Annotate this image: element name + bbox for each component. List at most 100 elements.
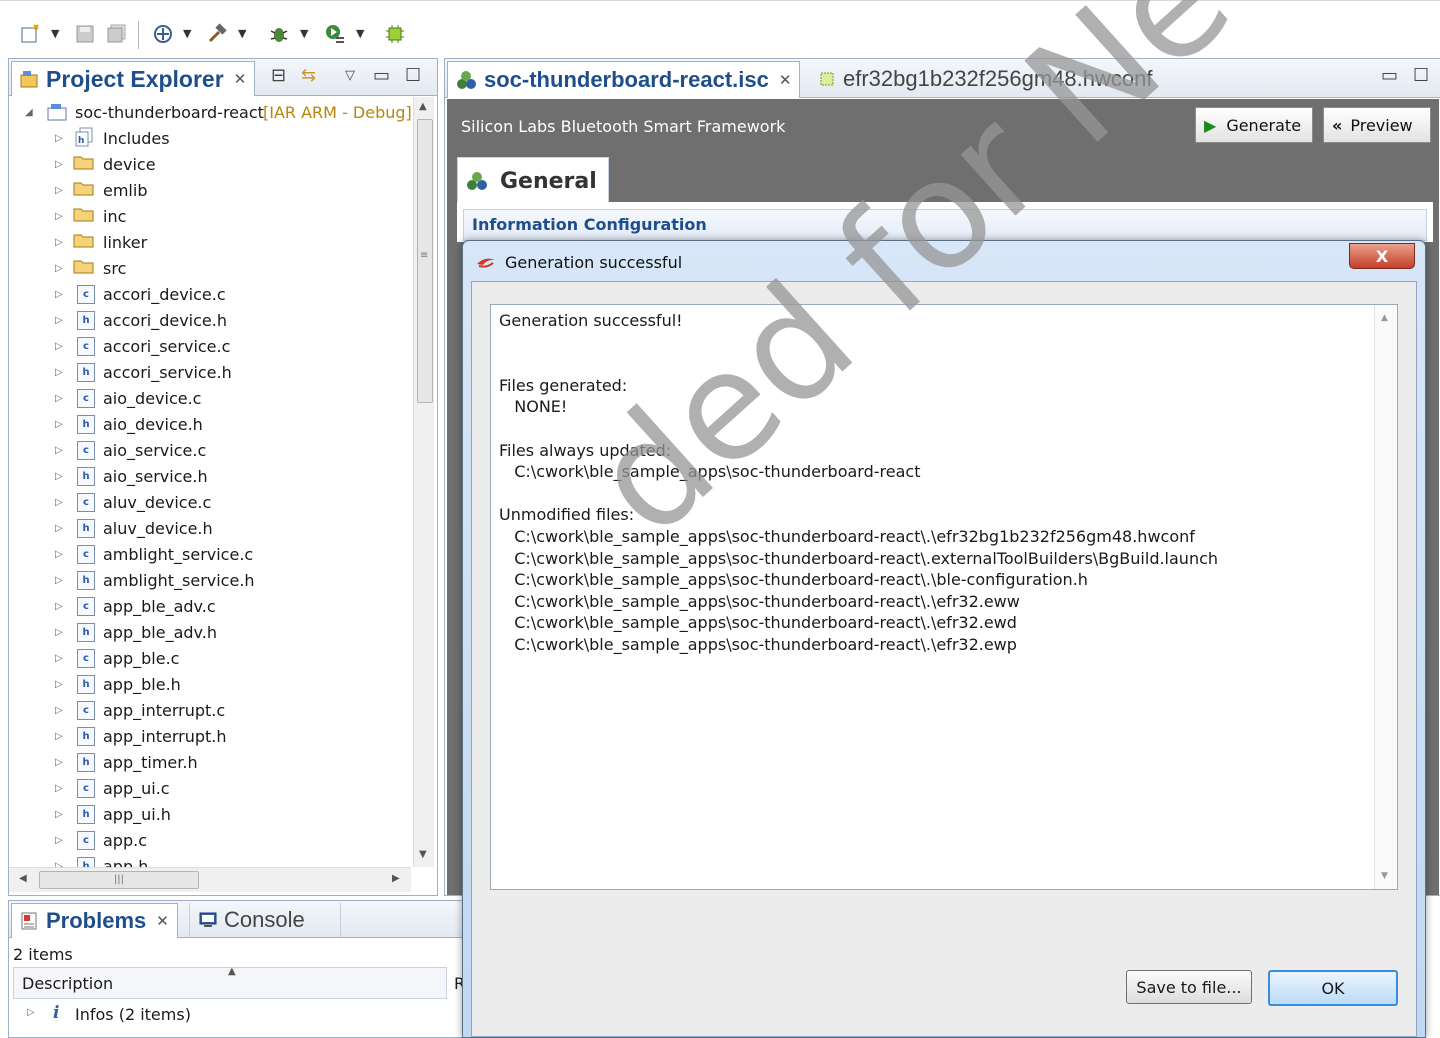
collapsed-arrow-icon[interactable]: ▷ (55, 133, 63, 144)
tree-item[interactable]: ▷ c accori_device.c (9, 281, 411, 307)
collapsed-arrow-icon[interactable]: ▷ (55, 185, 63, 196)
scroll-thumb[interactable]: ||| (39, 871, 199, 889)
generate-button[interactable]: ▶ Generate (1195, 107, 1313, 143)
scroll-left-icon[interactable]: ◀ (19, 873, 27, 884)
build-all-icon[interactable] (150, 21, 176, 47)
tree-item[interactable]: ▷ h aluv_device.h (9, 515, 411, 541)
tree-item[interactable]: ▷ h aio_device.h (9, 411, 411, 437)
maximize-icon[interactable]: ☐ (405, 65, 421, 86)
collapsed-arrow-icon[interactable]: ▷ (55, 315, 63, 326)
chip-icon[interactable] (382, 21, 408, 47)
hammer-icon[interactable] (204, 21, 230, 47)
collapse-all-icon[interactable]: ⊟ (271, 65, 286, 86)
collapsed-arrow-icon[interactable]: ▷ (55, 523, 63, 534)
expanded-arrow-icon[interactable]: ◢ (25, 107, 33, 118)
collapsed-arrow-icon[interactable]: ▷ (55, 627, 63, 638)
collapsed-arrow-icon[interactable]: ▷ (55, 653, 63, 664)
tree-horizontal-scrollbar[interactable]: ◀ ||| ▶ (9, 867, 411, 892)
scroll-down-icon[interactable]: ▼ (1381, 871, 1388, 881)
tree-item[interactable]: ▷ emlib (9, 177, 411, 203)
run-icon[interactable] (322, 21, 348, 47)
collapsed-arrow-icon[interactable]: ▷ (27, 1007, 35, 1018)
collapsed-arrow-icon[interactable]: ▷ (55, 549, 63, 560)
tree-item[interactable]: ▷ c app.c (9, 827, 411, 853)
tree-root[interactable]: ◢ soc-thunderboard-react [IAR ARM - Debu… (9, 99, 411, 125)
tree-item[interactable]: ▷ device (9, 151, 411, 177)
chevron-down-icon[interactable]: ▼ (183, 27, 191, 40)
chevron-down-icon[interactable]: ▼ (300, 27, 308, 40)
tree-item[interactable]: ▷ c app_ble_adv.c (9, 593, 411, 619)
chevron-down-icon[interactable]: ▼ (51, 27, 59, 40)
collapsed-arrow-icon[interactable]: ▷ (55, 263, 63, 274)
tab-problems[interactable]: Problems ✕ (11, 903, 178, 938)
collapsed-arrow-icon[interactable]: ▷ (55, 471, 63, 482)
generation-log-textbox[interactable]: ▲ ▼ Generation successful! Files generate… (490, 304, 1398, 890)
collapsed-arrow-icon[interactable]: ▷ (55, 159, 63, 170)
collapsed-arrow-icon[interactable]: ▷ (55, 497, 63, 508)
ok-button[interactable]: OK (1268, 970, 1398, 1006)
tab-console[interactable]: Console (189, 903, 341, 937)
tree-item[interactable]: ▷ inc (9, 203, 411, 229)
collapsed-arrow-icon[interactable]: ▷ (55, 575, 63, 586)
tree-item[interactable]: ▷ h Includes (9, 125, 411, 151)
tree-item[interactable]: ▷ c app_ui.c (9, 775, 411, 801)
table-row[interactable]: ▷ i Infos (2 items) (13, 1001, 445, 1029)
scroll-up-icon[interactable]: ▲ (419, 101, 427, 112)
tree-vertical-scrollbar[interactable]: ▲ ≡ ▼ (413, 97, 434, 867)
tree-item[interactable]: ▷ h app_ble.h (9, 671, 411, 697)
close-icon[interactable]: ✕ (234, 70, 247, 88)
collapsed-arrow-icon[interactable]: ▷ (55, 731, 63, 742)
information-configuration-section[interactable]: Information Configuration (463, 209, 1427, 241)
tab-hwconf-file[interactable]: efr32bg1b232f256gm48.hwconf (809, 61, 1160, 97)
save-to-file-button[interactable]: Save to file... (1126, 970, 1252, 1004)
tree-item[interactable]: ▷ c amblight_service.c (9, 541, 411, 567)
dialog-titlebar[interactable]: Generation successful X (463, 241, 1425, 281)
scroll-down-icon[interactable]: ▼ (419, 849, 427, 860)
collapsed-arrow-icon[interactable]: ▷ (55, 419, 63, 430)
collapsed-arrow-icon[interactable]: ▷ (55, 705, 63, 716)
collapsed-arrow-icon[interactable]: ▷ (55, 237, 63, 248)
tree-item[interactable]: ▷ c aluv_device.c (9, 489, 411, 515)
tab-general[interactable]: General (457, 157, 609, 204)
save-all-icon[interactable] (104, 21, 130, 47)
minimize-icon[interactable]: ▭ (1381, 65, 1398, 86)
tree-item[interactable]: ▷ c aio_device.c (9, 385, 411, 411)
scroll-right-icon[interactable]: ▶ (392, 873, 400, 884)
tree-item[interactable]: ▷ src (9, 255, 411, 281)
collapsed-arrow-icon[interactable]: ▷ (55, 601, 63, 612)
save-icon[interactable] (72, 21, 98, 47)
chevron-down-icon[interactable]: ▼ (356, 27, 364, 40)
new-wizard-icon[interactable] (18, 21, 44, 47)
collapsed-arrow-icon[interactable]: ▷ (55, 445, 63, 456)
tree-item[interactable]: ▷ h accori_device.h (9, 307, 411, 333)
scroll-thumb[interactable]: ≡ (417, 119, 433, 403)
chevron-down-icon[interactable]: ▼ (238, 27, 246, 40)
preview-button[interactable]: « Preview (1323, 107, 1431, 143)
close-icon[interactable]: ✕ (156, 912, 169, 930)
link-with-editor-icon[interactable]: ⇆ (301, 65, 316, 86)
dialog-close-button[interactable]: X (1349, 243, 1415, 269)
tree-item[interactable]: ▷ h app_ui.h (9, 801, 411, 827)
tree-item[interactable]: ▷ h app_interrupt.h (9, 723, 411, 749)
collapsed-arrow-icon[interactable]: ▷ (55, 289, 63, 300)
collapsed-arrow-icon[interactable]: ▷ (55, 393, 63, 404)
collapsed-arrow-icon[interactable]: ▷ (55, 809, 63, 820)
minimize-icon[interactable]: ▭ (373, 65, 390, 86)
maximize-icon[interactable]: ☐ (1413, 65, 1429, 86)
collapsed-arrow-icon[interactable]: ▷ (55, 341, 63, 352)
tree-item[interactable]: ▷ h app_timer.h (9, 749, 411, 775)
log-vertical-scrollbar[interactable]: ▲ ▼ (1374, 305, 1397, 889)
tree-item[interactable]: ▷ linker (9, 229, 411, 255)
tree-item[interactable]: ▷ h app_ble_adv.h (9, 619, 411, 645)
tab-project-explorer[interactable]: Project Explorer ✕ (11, 61, 256, 96)
tree-item[interactable]: ▷ h aio_service.h (9, 463, 411, 489)
collapsed-arrow-icon[interactable]: ▷ (55, 211, 63, 222)
collapsed-arrow-icon[interactable]: ▷ (55, 679, 63, 690)
collapsed-arrow-icon[interactable]: ▷ (55, 835, 63, 846)
close-icon[interactable]: ✕ (779, 71, 792, 89)
tab-isc-file[interactable]: soc-thunderboard-react.isc ✕ (447, 61, 801, 98)
collapsed-arrow-icon[interactable]: ▷ (55, 757, 63, 768)
view-menu-icon[interactable]: ▽ (345, 68, 355, 83)
tree-item[interactable]: ▷ h app.h (9, 853, 411, 867)
tree-item[interactable]: ▷ c app_ble.c (9, 645, 411, 671)
